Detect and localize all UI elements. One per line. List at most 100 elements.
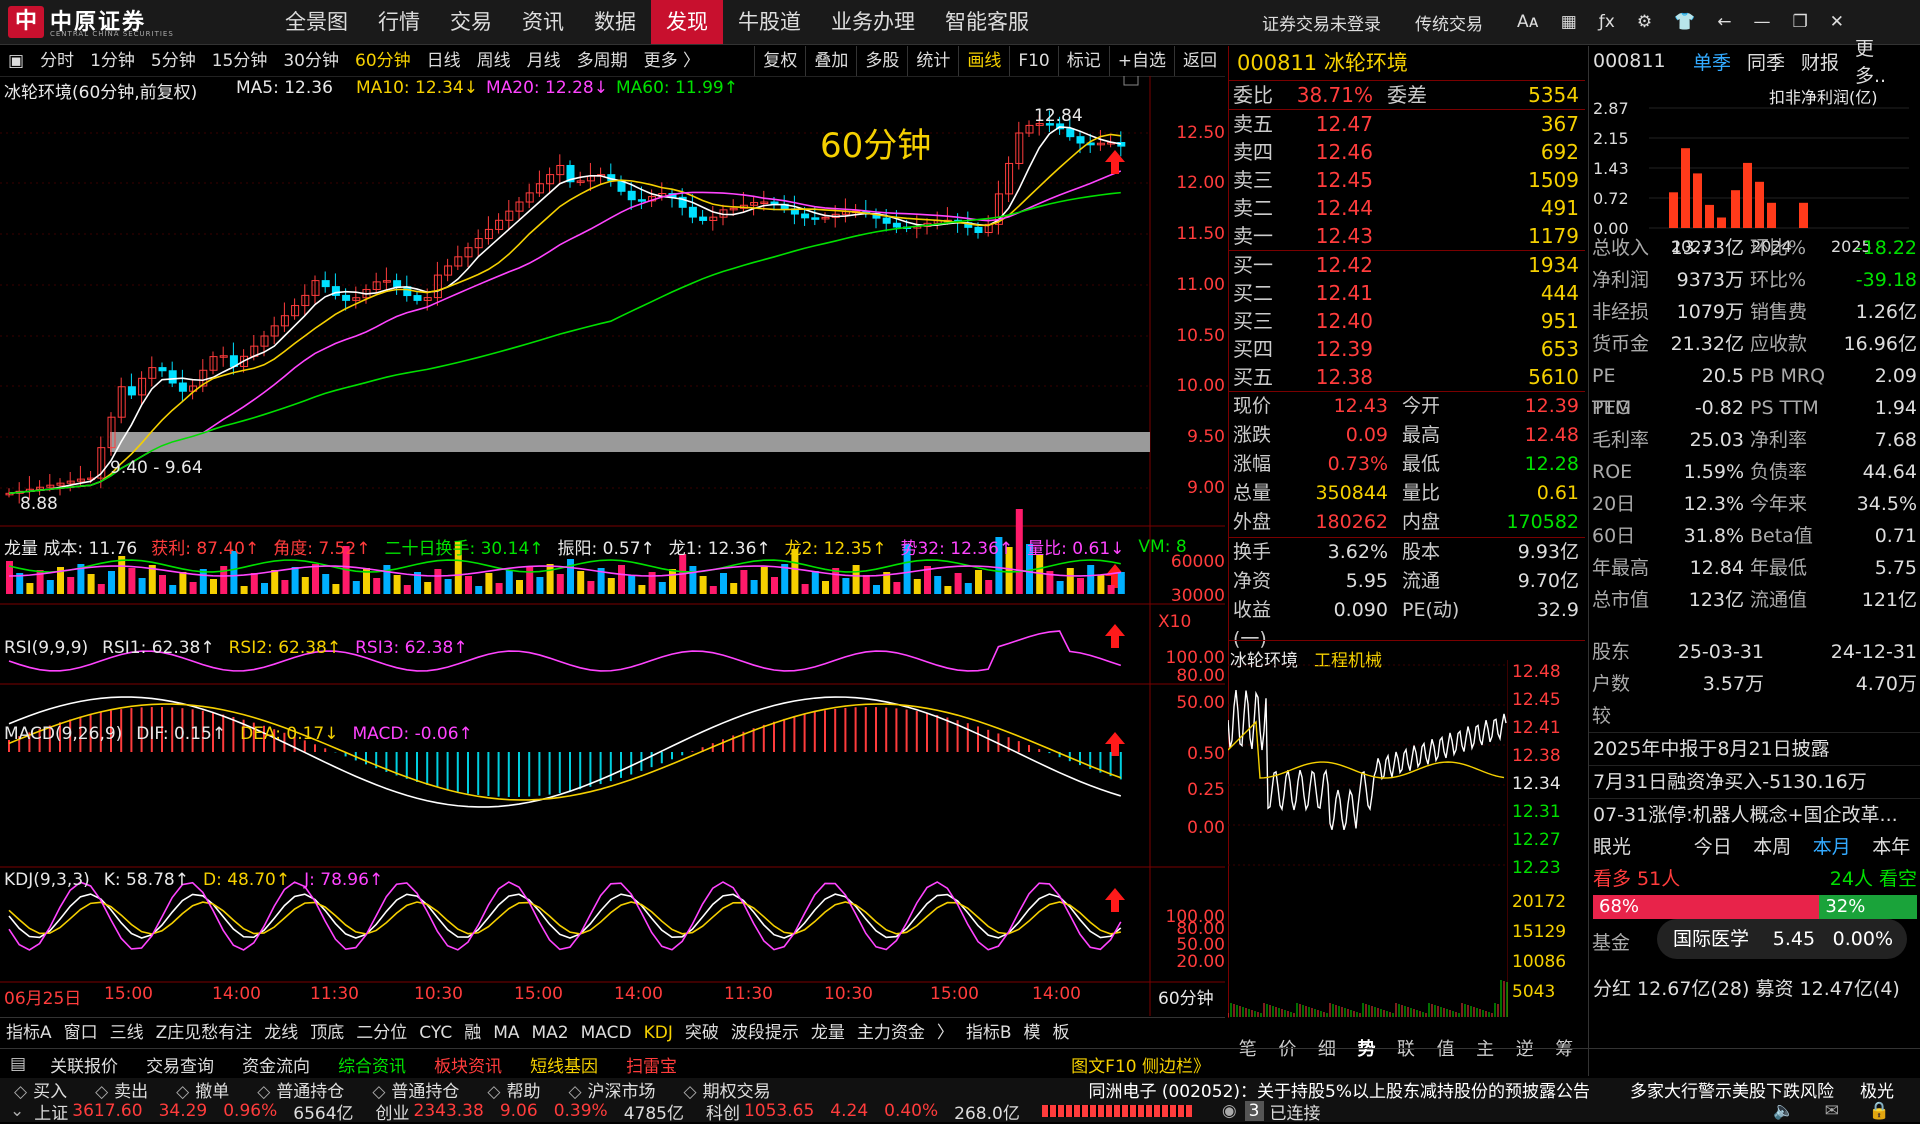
period-tab-5[interactable]: 60分钟 [347, 46, 419, 76]
fin-tab-2[interactable]: 财报 [1801, 48, 1839, 75]
menu-item-5[interactable]: 发现 [651, 0, 723, 44]
f10-side-toggle[interactable]: 图文F10 侧边栏》 [1071, 1052, 1920, 1077]
indicator-tab-20[interactable]: 板 [1047, 1018, 1076, 1048]
period-tab-0[interactable]: 分时 [32, 46, 82, 76]
order-book-row[interactable]: 卖五12.47367 [1229, 110, 1585, 138]
news-ticker-3[interactable]: 极光 [1860, 1077, 1920, 1102]
toolbar-action-5[interactable]: F10 [1009, 46, 1057, 76]
indicator-tab-10[interactable]: MA2 [526, 1018, 575, 1048]
period-tab-8[interactable]: 月线 [519, 46, 569, 76]
vision-tab-0[interactable]: 今日 [1683, 831, 1743, 863]
menu-item-1[interactable]: 行情 [363, 0, 435, 44]
function-tab-5[interactable]: 短线基因 [516, 1052, 612, 1077]
index-quote[interactable]: 科创1053.654.240.40%268.0亿 [706, 1099, 1020, 1124]
function-tab-2[interactable]: 资金流向 [228, 1052, 324, 1077]
index-quote[interactable]: 创业2343.389.060.39%4785亿 [376, 1099, 684, 1124]
period-tab-2[interactable]: 5分钟 [143, 46, 204, 76]
order-book-row[interactable]: 卖一12.431179 [1229, 222, 1585, 250]
indicator-tab-0[interactable]: 指标A [0, 1018, 58, 1048]
indicator-tab-8[interactable]: 融 [458, 1018, 487, 1048]
menu-item-7[interactable]: 业务办理 [816, 0, 930, 44]
toolbar-action-4[interactable]: 画线 [958, 46, 1009, 76]
close-icon[interactable]: ✕ [1830, 12, 1844, 32]
indicator-tab-12[interactable]: KDJ [638, 1018, 679, 1048]
fin-news-item[interactable]: 07-31涨停:机器人概念+国企改革... [1589, 798, 1920, 831]
toolbar-action-3[interactable]: 统计 [907, 46, 958, 76]
font-size-icon[interactable]: Aᴀ [1517, 12, 1539, 32]
menu-item-6[interactable]: 牛股道 [723, 0, 816, 44]
order-book-row[interactable]: 卖四12.46692 [1229, 138, 1585, 166]
volume-icon[interactable]: 🔈 [1773, 1101, 1794, 1121]
indicator-tab-19[interactable]: 模 [1018, 1018, 1047, 1048]
vision-tab-3[interactable]: 本年 [1862, 831, 1920, 863]
order-book-row[interactable]: 买四12.39653 [1229, 335, 1585, 363]
menu-item-2[interactable]: 交易 [435, 0, 507, 44]
lock-icon[interactable]: 🔒 [1869, 1101, 1890, 1121]
minimize-icon[interactable]: — [1753, 12, 1770, 32]
period-tab-1[interactable]: 1分钟 [82, 46, 143, 76]
period-tab-4[interactable]: 30分钟 [275, 46, 347, 76]
fin-tab-1[interactable]: 同季 [1747, 48, 1785, 75]
panel-toggle-icon[interactable]: ▣ [0, 46, 32, 76]
index-quote[interactable]: 上证3617.6034.290.96%6564亿 [34, 1099, 353, 1124]
fin-tab-0[interactable]: 单季 [1693, 48, 1731, 75]
indicator-tab-13[interactable]: 突破 [679, 1018, 725, 1048]
menu-item-4[interactable]: 数据 [579, 0, 651, 44]
menu-item-0[interactable]: 全景图 [270, 0, 363, 44]
floating-quote-popup[interactable]: 国际医学5.450.00% [1657, 919, 1907, 959]
toolbar-action-6[interactable]: 标记 [1058, 46, 1109, 76]
indicator-tab-7[interactable]: CYC [413, 1018, 458, 1048]
restore-icon[interactable]: ❐ [1792, 12, 1807, 32]
news-ticker-2[interactable]: 多家大行警示美股下跌风险 [1630, 1077, 1860, 1102]
indicator-tab-2[interactable]: 三线 [104, 1018, 150, 1048]
message-icon[interactable]: ✉ [1825, 1101, 1839, 1121]
toolbar-action-8[interactable]: 返回 [1174, 46, 1225, 76]
fin-news-item[interactable]: 2025年中报于8月21日披露 [1589, 732, 1920, 765]
toolbar-action-0[interactable]: 复权 [754, 46, 805, 76]
indicator-tab-6[interactable]: 二分位 [350, 1018, 413, 1048]
shirt-icon[interactable]: 👕 [1674, 12, 1695, 32]
toolbar-action-2[interactable]: 多股 [856, 46, 907, 76]
period-tab-6[interactable]: 日线 [419, 46, 469, 76]
trade-mode-button[interactable]: 传统交易 [1415, 10, 1483, 35]
mini-intraday-chart[interactable] [1228, 660, 1508, 1017]
order-book-row[interactable]: 买五12.385610 [1229, 363, 1585, 391]
indicator-tab-9[interactable]: MA [487, 1018, 525, 1048]
login-status[interactable]: 证券交易未登录 [1262, 10, 1381, 35]
indicator-tab-3[interactable]: Z庄见愁有注 [150, 1018, 259, 1048]
indicator-tab-5[interactable]: 顶底 [304, 1018, 350, 1048]
indicator-tab-16[interactable]: 主力资金 [851, 1018, 931, 1048]
indicator-tab-17[interactable]: 〉 [931, 1018, 960, 1048]
function-tab-6[interactable]: 扫雷宝 [612, 1052, 691, 1077]
order-book-row[interactable]: 卖三12.451509 [1229, 166, 1585, 194]
order-book-row[interactable]: 卖二12.44491 [1229, 194, 1585, 222]
vision-tab-1[interactable]: 本周 [1743, 831, 1803, 863]
indicator-tab-15[interactable]: 龙量 [805, 1018, 851, 1048]
period-tab-3[interactable]: 15分钟 [204, 46, 276, 76]
grid-layout-icon[interactable]: ▦ [1561, 12, 1577, 32]
period-tab-7[interactable]: 周线 [469, 46, 519, 76]
function-tab-3[interactable]: 综合资讯 [324, 1052, 420, 1077]
order-book-row[interactable]: 买二12.41444 [1229, 279, 1585, 307]
indicator-tab-1[interactable]: 窗口 [58, 1018, 104, 1048]
indicator-tab-14[interactable]: 波段提示 [725, 1018, 805, 1048]
gear-icon[interactable]: ⚙ [1637, 12, 1652, 32]
indicator-tab-18[interactable]: 指标B [960, 1018, 1018, 1048]
back-arrow-icon[interactable]: ← [1717, 12, 1731, 32]
vision-tab-2[interactable]: 本月 [1802, 831, 1862, 863]
function-tab-0[interactable]: 关联报价 [36, 1052, 132, 1077]
formula-icon[interactable]: ƒx [1599, 12, 1615, 32]
order-book-row[interactable]: 买三12.40951 [1229, 307, 1585, 335]
toolbar-action-7[interactable]: +自选 [1109, 46, 1174, 76]
indicator-tab-11[interactable]: MACD [575, 1018, 638, 1048]
toolbar-action-1[interactable]: 叠加 [805, 46, 856, 76]
indicator-tab-4[interactable]: 龙线 [258, 1018, 304, 1048]
fin-news-item[interactable]: 7月31日融资净买入-5130.16万 [1589, 765, 1920, 798]
function-tab-4[interactable]: 板块资讯 [420, 1052, 516, 1077]
function-tab-1[interactable]: 交易查询 [132, 1052, 228, 1077]
menu-item-3[interactable]: 资讯 [507, 0, 579, 44]
chevron-down-icon[interactable]: ⌄ [0, 1101, 34, 1121]
menu-grid-icon[interactable]: ▤ [0, 1054, 36, 1074]
period-tab-10[interactable]: 更多 〉 [636, 46, 708, 76]
order-book-row[interactable]: 买一12.421934 [1229, 251, 1585, 279]
